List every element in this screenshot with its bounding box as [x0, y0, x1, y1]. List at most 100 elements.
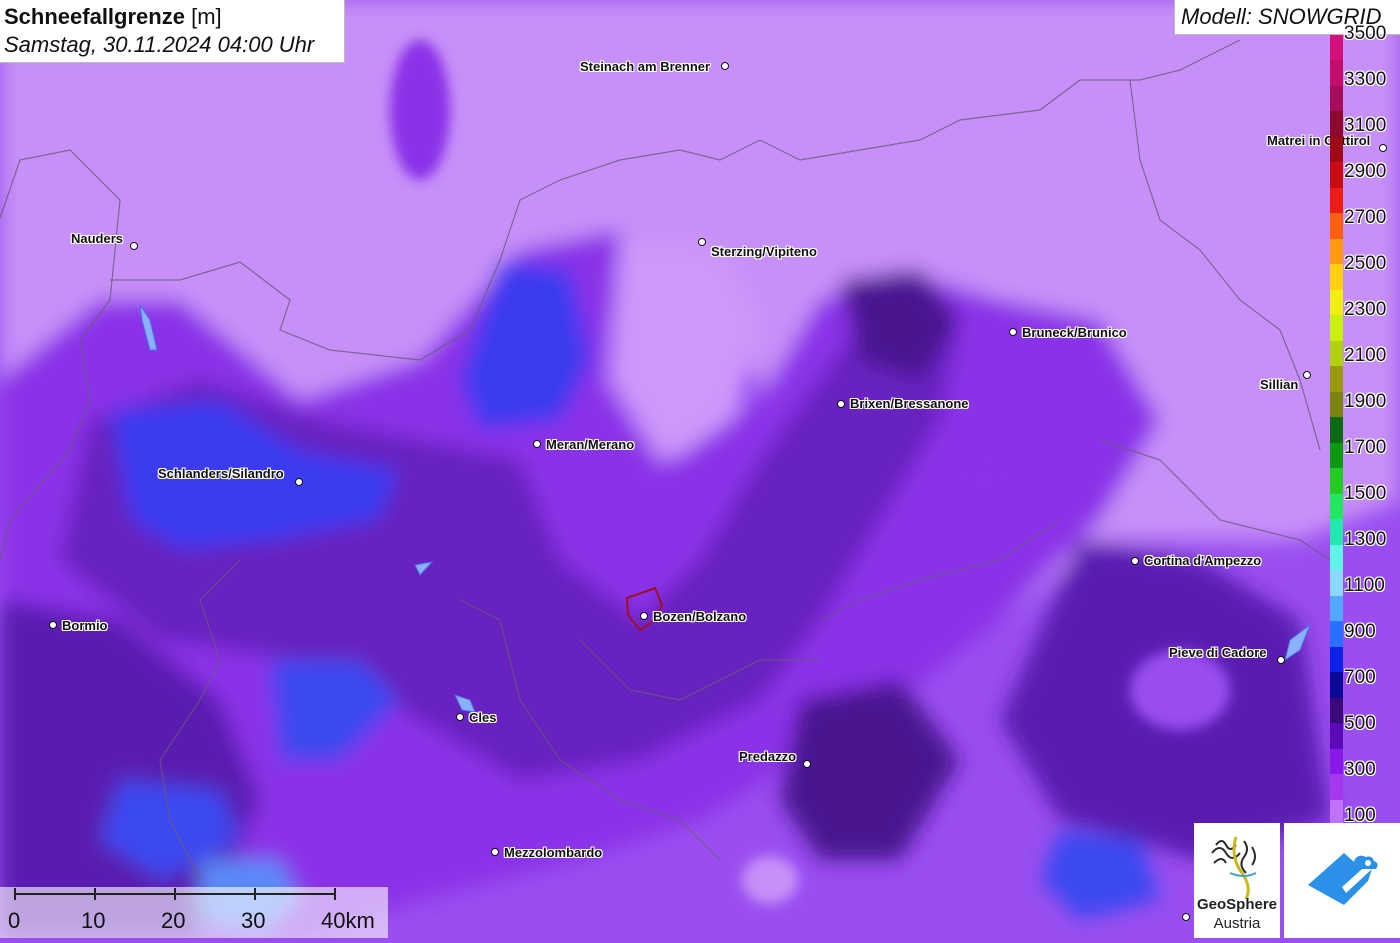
city-label-nauders[interactable]: Nauders — [71, 231, 123, 246]
legend-color-step — [1330, 697, 1343, 724]
legend-color-step — [1330, 289, 1343, 316]
legend-color-step — [1330, 315, 1343, 342]
city-label-sterzing[interactable]: Sterzing/Vipiteno — [711, 244, 817, 259]
city-label-mezzolombardo[interactable]: Mezzolombardo — [504, 845, 602, 860]
legend-label: 3100 — [1344, 115, 1387, 136]
legend-color-step — [1330, 468, 1343, 495]
city-label-bozen[interactable]: Bozen/Bolzano — [653, 609, 746, 624]
city-label-bormio[interactable]: Bormio — [62, 618, 108, 633]
legend-color-step — [1330, 187, 1343, 214]
app-logo[interactable] — [1284, 823, 1400, 938]
scale-tick — [334, 888, 336, 900]
city-dot[interactable] — [698, 238, 706, 246]
geosphere-emblem-icon — [1211, 836, 1257, 900]
legend-color-step — [1330, 60, 1343, 87]
legend-color-step — [1330, 799, 1343, 826]
city-dot[interactable] — [1379, 144, 1387, 152]
legend-color-step — [1330, 672, 1343, 699]
legend-label: 1700 — [1344, 437, 1387, 458]
legend-label: 1100 — [1344, 575, 1385, 596]
legend-color-step — [1330, 646, 1343, 673]
city-label-cles[interactable]: Cles — [469, 710, 496, 725]
city-label-cortina[interactable]: Cortina d'Ampezzo — [1144, 553, 1261, 568]
city-dot[interactable] — [49, 621, 57, 629]
city-label-sillian[interactable]: Sillian — [1260, 377, 1298, 392]
snowline-zone-light — [1130, 650, 1230, 730]
city-dot[interactable] — [721, 62, 729, 70]
city-dot[interactable] — [1182, 913, 1190, 921]
map-title-box: Schneefallgrenze [m] Samstag, 30.11.2024… — [0, 0, 345, 63]
legend-label: 700 — [1344, 667, 1376, 688]
legend-color-step — [1330, 136, 1343, 163]
legend-color-step — [1330, 340, 1343, 367]
city-dot[interactable] — [640, 612, 648, 620]
city-dot[interactable] — [1009, 328, 1017, 336]
legend-label: 2500 — [1344, 253, 1387, 274]
city-dot[interactable] — [456, 713, 464, 721]
legend-label: 2300 — [1344, 299, 1387, 320]
legend-color-step — [1330, 264, 1343, 291]
city-label-pieve[interactable]: Pieve di Cadore — [1169, 645, 1267, 660]
legend-color-step — [1330, 519, 1343, 546]
legend-color-step — [1330, 35, 1343, 61]
legend-color-step — [1330, 391, 1343, 418]
scale-tick — [254, 888, 256, 900]
legend-label: 1900 — [1344, 391, 1387, 412]
snowline-zone-light — [967, 458, 1003, 498]
legend-label: 3500 — [1344, 23, 1387, 44]
legend-color-step — [1330, 723, 1343, 750]
app-logo-icon — [1308, 853, 1378, 905]
legend-color-step — [1330, 85, 1343, 112]
scale-tick — [174, 888, 176, 900]
city-dot[interactable] — [1303, 371, 1311, 379]
map-title: Schneefallgrenze [m] — [4, 4, 222, 29]
legend-color-step — [1330, 213, 1343, 240]
city-dot[interactable] — [837, 400, 845, 408]
legend-color-step — [1330, 162, 1343, 189]
legend-color-step — [1330, 238, 1343, 265]
city-dot[interactable] — [1277, 656, 1285, 664]
snowline-zone-light — [742, 856, 798, 904]
scale-tick — [94, 888, 96, 900]
legend-colorbar — [1330, 35, 1343, 826]
scale-label: 30 — [241, 908, 266, 933]
legend-label: 900 — [1344, 621, 1376, 642]
legend-color-step — [1330, 748, 1343, 775]
scale-label: 20 — [161, 908, 186, 933]
city-dot[interactable] — [295, 478, 303, 486]
city-dot[interactable] — [533, 440, 541, 448]
city-label-bruneck[interactable]: Bruneck/Brunico — [1022, 325, 1127, 340]
legend-label: 1500 — [1344, 483, 1387, 504]
scale-label: 40km — [321, 908, 375, 933]
scale-label: 0 — [8, 908, 21, 933]
legend-color-step — [1330, 570, 1343, 597]
legend-label: 300 — [1344, 759, 1376, 780]
legend-label: 2700 — [1344, 207, 1387, 228]
city-label-steinach[interactable]: Steinach am Brenner — [580, 59, 710, 74]
city-dot[interactable] — [491, 848, 499, 856]
legend-label: 1300 — [1344, 529, 1387, 550]
map-datetime: Samstag, 30.11.2024 04:00 Uhr — [4, 32, 315, 57]
snowline-zone-light — [390, 40, 450, 180]
city-dot[interactable] — [130, 242, 138, 250]
city-label-brixen[interactable]: Brixen/Bressanone — [850, 396, 969, 411]
legend-label: 3300 — [1344, 69, 1387, 90]
city-dot[interactable] — [1131, 557, 1139, 565]
city-label-predazzo[interactable]: Predazzo — [739, 749, 796, 764]
legend-color-step — [1330, 774, 1343, 800]
geosphere-name: GeoSphere — [1196, 896, 1278, 913]
legend-color-step — [1330, 366, 1343, 393]
legend-label: 500 — [1344, 713, 1376, 734]
scale-tick — [14, 888, 16, 900]
geosphere-logo[interactable]: GeoSphere Austria — [1194, 823, 1280, 938]
scale-label: 10 — [81, 908, 106, 933]
city-dot[interactable] — [803, 760, 811, 768]
legend-color-step — [1330, 621, 1343, 648]
city-label-schlanders[interactable]: Schlanders/Silandro — [158, 466, 284, 481]
city-label-meran[interactable]: Meran/Merano — [546, 437, 634, 452]
legend-color-step — [1330, 595, 1343, 622]
legend-color-step — [1330, 442, 1343, 469]
legend-color-step — [1330, 417, 1343, 444]
legend-label: 2900 — [1344, 161, 1387, 182]
legend-color-step — [1330, 111, 1343, 138]
